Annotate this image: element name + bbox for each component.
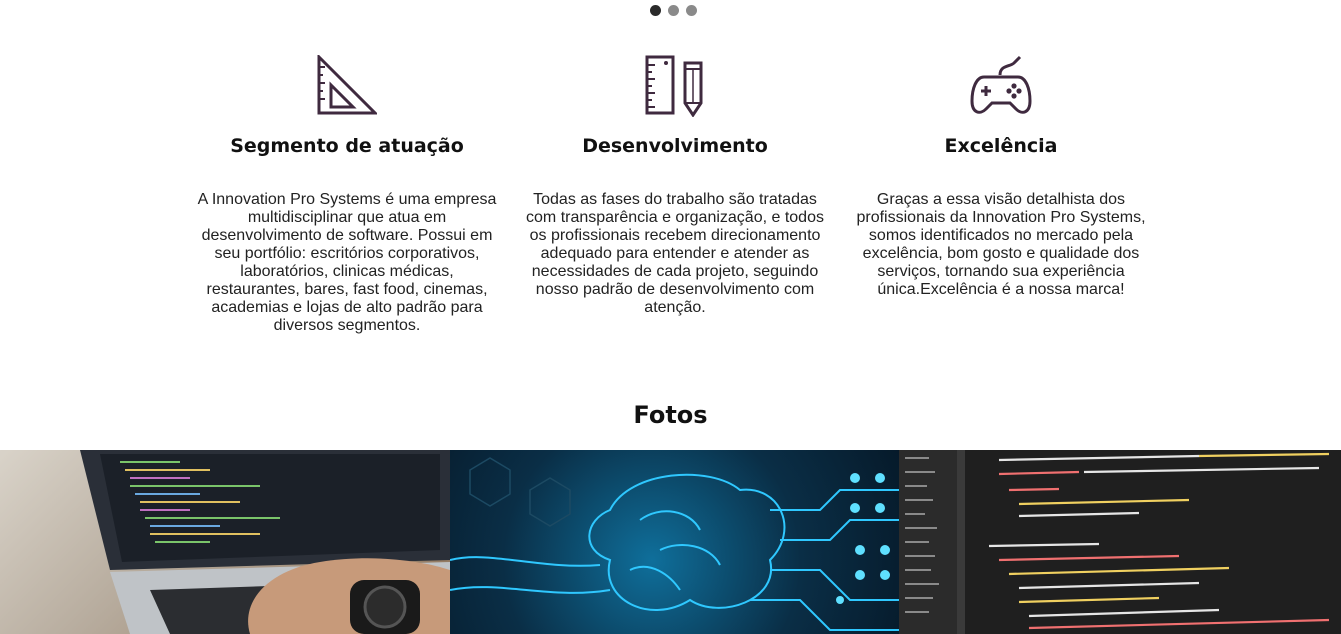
gamepad-icon — [846, 55, 1156, 117]
feature-title: Excelência — [944, 135, 1058, 157]
carousel-dot-1[interactable] — [650, 5, 661, 16]
feature-segmento: Segmento de atuação A Innovation Pro Sys… — [192, 55, 502, 335]
photos-section-title: Fotos — [633, 401, 708, 429]
feature-excelencia: Excelência Graças a essa visão detalhist… — [846, 55, 1156, 299]
feature-title: Desenvolvimento — [582, 135, 768, 157]
feature-text: A Innovation Pro Systems é uma empresa m… — [197, 191, 497, 334]
carousel-dot-3[interactable] — [686, 5, 697, 16]
set-square-ruler-icon — [192, 55, 502, 117]
feature-title: Segmento de atuação — [230, 135, 464, 157]
ruler-pencil-icon — [520, 55, 830, 117]
feature-desenvolvimento: Desenvolvimento Todas as fases do trabal… — [520, 55, 830, 317]
feature-text: Todas as fases do trabalho são tratadas … — [526, 191, 824, 316]
photo-code-editor[interactable] — [899, 450, 1341, 634]
photo-gallery — [0, 450, 1341, 634]
photo-laptop-coding[interactable] — [0, 450, 450, 634]
carousel-indicators — [650, 5, 697, 16]
feature-text: Graças a essa visão detalhista dos profi… — [856, 191, 1146, 298]
carousel-dot-2[interactable] — [668, 5, 679, 16]
photo-digital-brain[interactable] — [450, 450, 899, 634]
